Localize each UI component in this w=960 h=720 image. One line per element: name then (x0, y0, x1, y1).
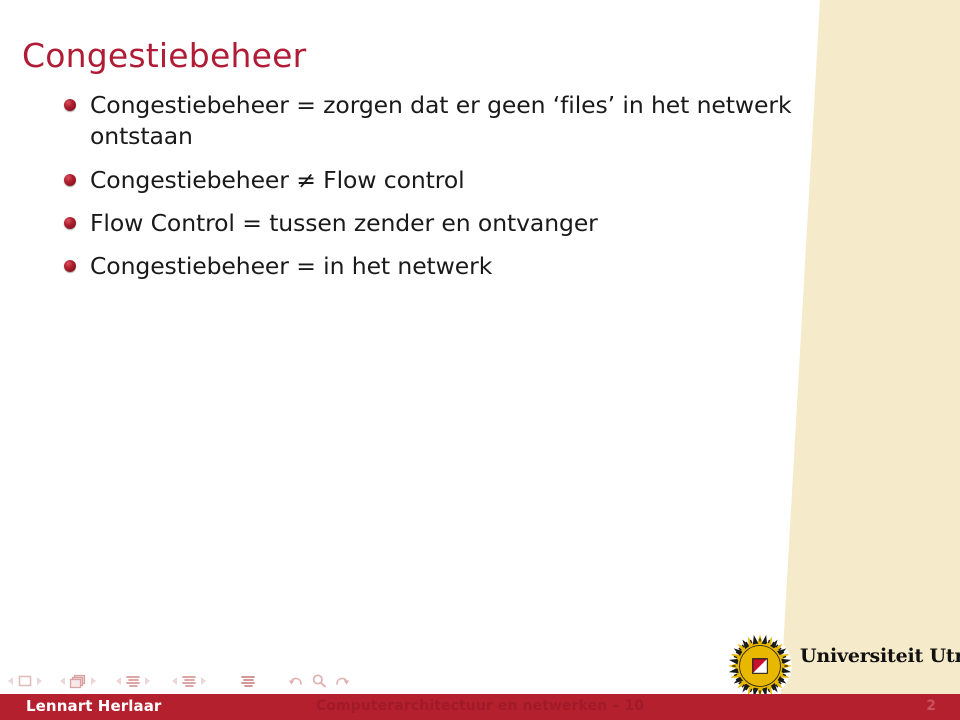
list-item: Congestiebeheer = in het netwerk (58, 251, 828, 282)
section-icon[interactable] (181, 674, 197, 689)
next-section-arrow-icon[interactable] (201, 677, 206, 685)
prev-section-arrow-icon[interactable] (172, 677, 177, 685)
list-item-label: Flow Control = tussen zender en ontvange… (90, 208, 598, 237)
list-item: Flow Control = tussen zender en ontvange… (58, 208, 828, 239)
list-item-label: Congestiebeheer ≠ Flow control (90, 165, 465, 194)
bullet-sphere-icon (64, 99, 76, 111)
frame-nav-group[interactable] (60, 668, 96, 694)
next-subsection-arrow-icon[interactable] (145, 677, 150, 685)
list-item-label: Congestiebeheer = zorgen dat er geen ‘fi… (90, 91, 792, 151)
prev-slide-arrow-icon[interactable] (8, 677, 13, 685)
presentation-icon[interactable] (240, 674, 256, 689)
next-slide-arrow-icon[interactable] (37, 677, 42, 685)
bullet-sphere-icon (64, 173, 76, 186)
bullet-list: Congestiebeheer = zorgen dat er geen ‘fi… (58, 90, 828, 294)
section-nav-group[interactable] (172, 668, 206, 694)
page-title: Congestiebeheer (22, 36, 307, 76)
bullet-sphere-icon (64, 260, 76, 272)
forward-arrow-icon[interactable] (333, 673, 350, 689)
next-frame-arrow-icon[interactable] (91, 677, 96, 685)
footer-bar: Lennart Herlaar Computerarchitectuur en … (0, 694, 960, 720)
universiteit-utrecht-logo-icon (728, 634, 792, 698)
presentation-nav-group[interactable] (240, 668, 256, 694)
subsection-nav-group[interactable] (116, 668, 150, 694)
footer-course-title: Computerarchitectuur en netwerken – 10 (315, 698, 645, 714)
prev-subsection-arrow-icon[interactable] (116, 677, 121, 685)
bullet-sphere-icon (64, 216, 76, 229)
presentation-slide: Congestiebeheer Congestiebeheer = zorgen… (0, 0, 960, 720)
prev-frame-arrow-icon[interactable] (60, 677, 65, 685)
beamer-navigation-bar[interactable] (0, 668, 600, 694)
subsection-icon[interactable] (125, 674, 141, 689)
back-arrow-icon[interactable] (288, 673, 305, 689)
slide-icon[interactable] (17, 674, 33, 688)
logo-wordmark: Universiteit Utrecht (800, 645, 960, 667)
slide-nav-group[interactable] (8, 668, 42, 694)
search-icon[interactable] (311, 673, 327, 689)
frames-icon[interactable] (69, 674, 87, 689)
footer-page-number: 2 (926, 698, 936, 714)
history-controls-group[interactable] (288, 668, 350, 694)
list-item: Congestiebeheer ≠ Flow control (58, 165, 828, 196)
list-item-label: Congestiebeheer = in het netwerk (90, 252, 493, 280)
list-item: Congestiebeheer = zorgen dat er geen ‘fi… (58, 90, 828, 153)
